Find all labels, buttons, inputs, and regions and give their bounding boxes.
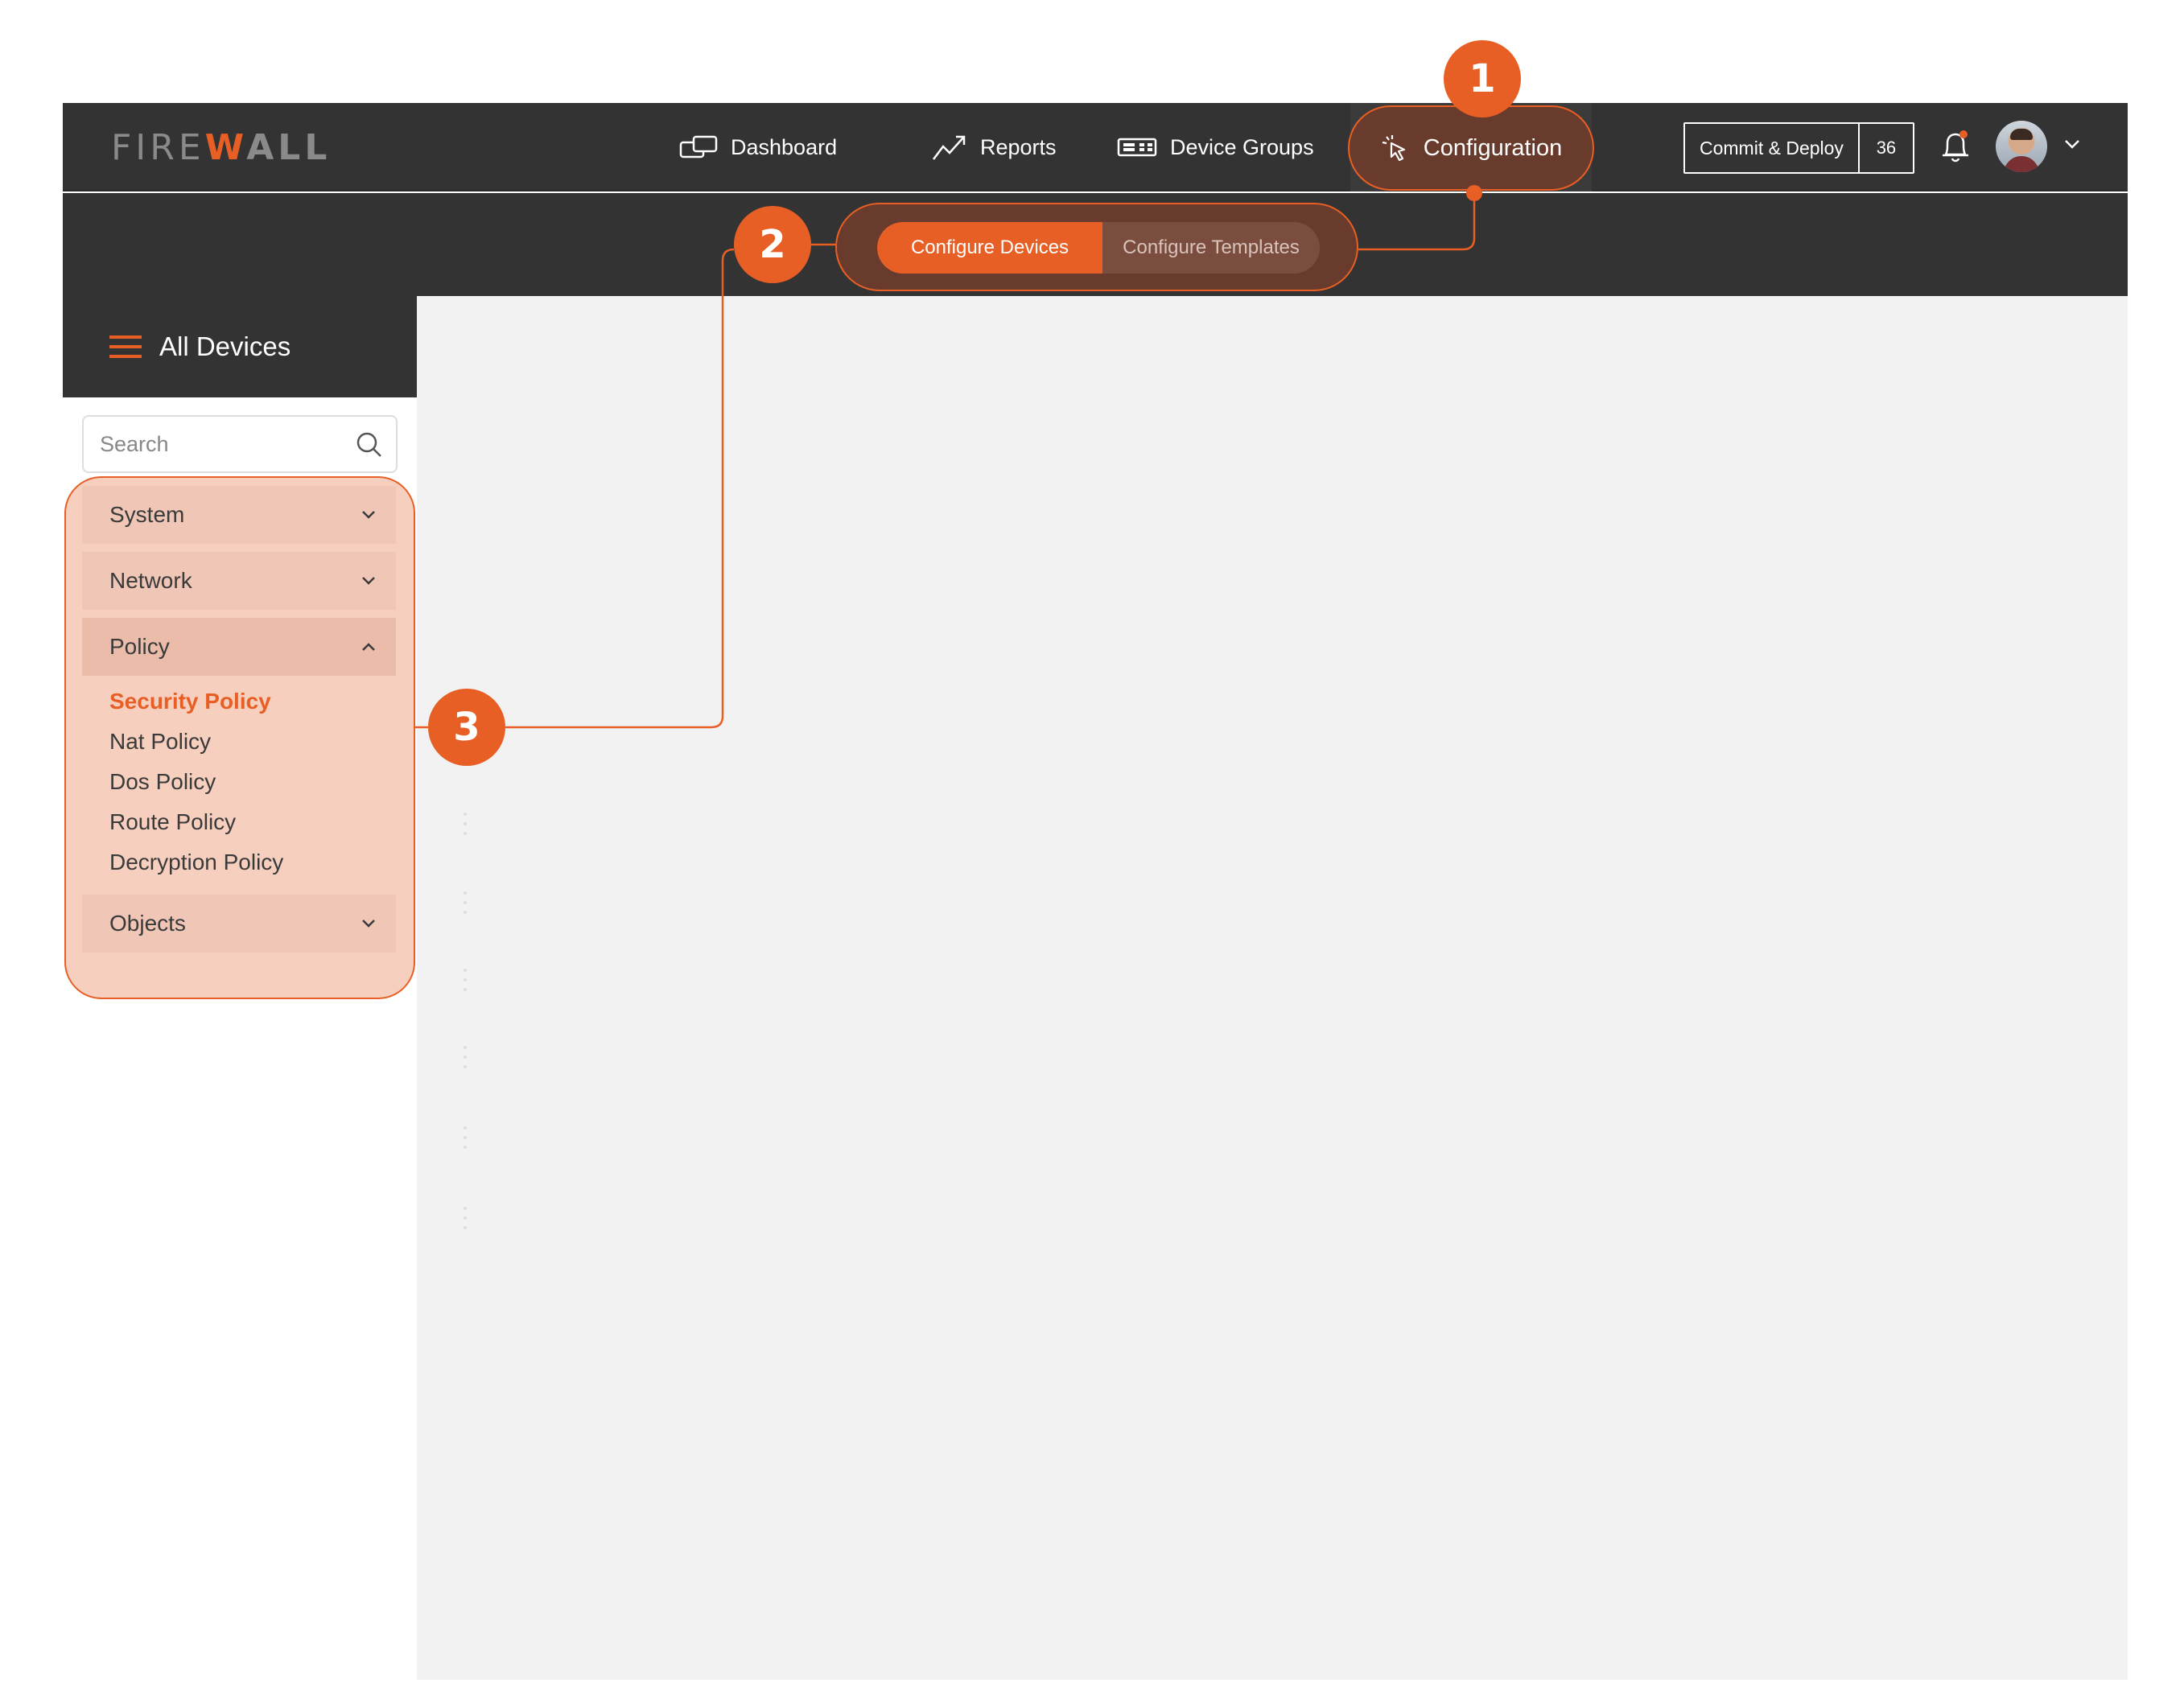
menu-group-label: System [109, 502, 185, 527]
search-input[interactable] [98, 417, 340, 471]
drag-handle [464, 1207, 467, 1236]
logo-part-all: ALL [246, 127, 332, 168]
commit-count-badge: 36 [1876, 138, 1897, 158]
nav-configuration[interactable]: Configuration [1348, 105, 1594, 191]
firewall-logo[interactable]: FIREWALL [111, 127, 331, 168]
hamburger-icon[interactable] [109, 334, 142, 360]
top-navigation-bar: FIREWALL Dashboard Reports Device Groups [63, 103, 2128, 191]
trend-icon [933, 135, 966, 160]
chevron-down-icon[interactable] [2063, 138, 2081, 150]
menu-group-objects[interactable]: Objects [82, 895, 396, 953]
menu-item-decryption-policy[interactable]: Decryption Policy [109, 850, 283, 875]
nav-reports[interactable]: Reports [932, 103, 1057, 191]
search-icon[interactable] [356, 431, 383, 459]
sidebar-header: All Devices [63, 296, 417, 397]
menu-item-nat-policy[interactable]: Nat Policy [109, 729, 211, 755]
menu-group-network[interactable]: Network [82, 552, 396, 610]
menu-group-label: Network [109, 568, 192, 593]
commit-deploy-button[interactable]: Commit & Deploy 36 [1683, 122, 1914, 174]
menu-item-dos-policy[interactable]: Dos Policy [109, 769, 216, 795]
nav-device-groups-label: Device Groups [1170, 134, 1314, 159]
logo-part-w: W [204, 127, 247, 168]
configure-subtabs: Configure Devices Configure Templates [877, 222, 1320, 274]
menu-item-security-policy[interactable]: Security Policy [109, 689, 271, 714]
nav-device-groups[interactable]: Device Groups [1117, 103, 1314, 191]
drag-handle [464, 813, 467, 842]
drag-handle [464, 969, 467, 998]
device-groups-icon [1117, 138, 1157, 157]
nav-dashboard-label: Dashboard [731, 134, 838, 159]
avatar-shoulders [2004, 156, 2039, 172]
commit-deploy-label: Commit & Deploy [1685, 124, 1860, 172]
menu-item-route-policy[interactable]: Route Policy [109, 809, 236, 835]
drag-handle [464, 891, 467, 920]
drag-handle [464, 1126, 467, 1155]
bell-icon[interactable] [1938, 127, 1973, 166]
annotation-badge-3: 3 [428, 689, 505, 766]
chevron-up-icon [362, 643, 375, 651]
drag-handle [464, 1046, 467, 1075]
menu-group-system[interactable]: System [82, 486, 396, 544]
annotation-badge-1: 1 [1444, 40, 1521, 117]
chevron-down-icon [362, 920, 375, 928]
chevron-down-icon [362, 511, 375, 519]
menu-group-label: Policy [109, 634, 170, 659]
menu-group-label: Objects [109, 911, 186, 936]
pointer-click-icon [1382, 135, 1405, 162]
nav-dashboard[interactable]: Dashboard [679, 103, 837, 191]
nav-reports-label: Reports [980, 134, 1057, 159]
main-content-area [417, 296, 2128, 1680]
tab-configure-devices[interactable]: Configure Devices [877, 222, 1102, 274]
chevron-down-icon [362, 577, 375, 585]
tab-configure-templates[interactable]: Configure Templates [1102, 222, 1320, 274]
avatar-hair [2010, 129, 2033, 140]
logo-part-fire: FIRE [111, 127, 205, 168]
annotation-badge-2: 2 [734, 206, 811, 283]
dashboard-icon [679, 135, 718, 158]
user-avatar[interactable] [1996, 121, 2047, 172]
sidebar-search [82, 415, 398, 473]
sidebar-title: All Devices [159, 331, 291, 361]
menu-group-policy[interactable]: Policy [82, 618, 396, 676]
nav-configuration-label: Configuration [1423, 134, 1563, 161]
